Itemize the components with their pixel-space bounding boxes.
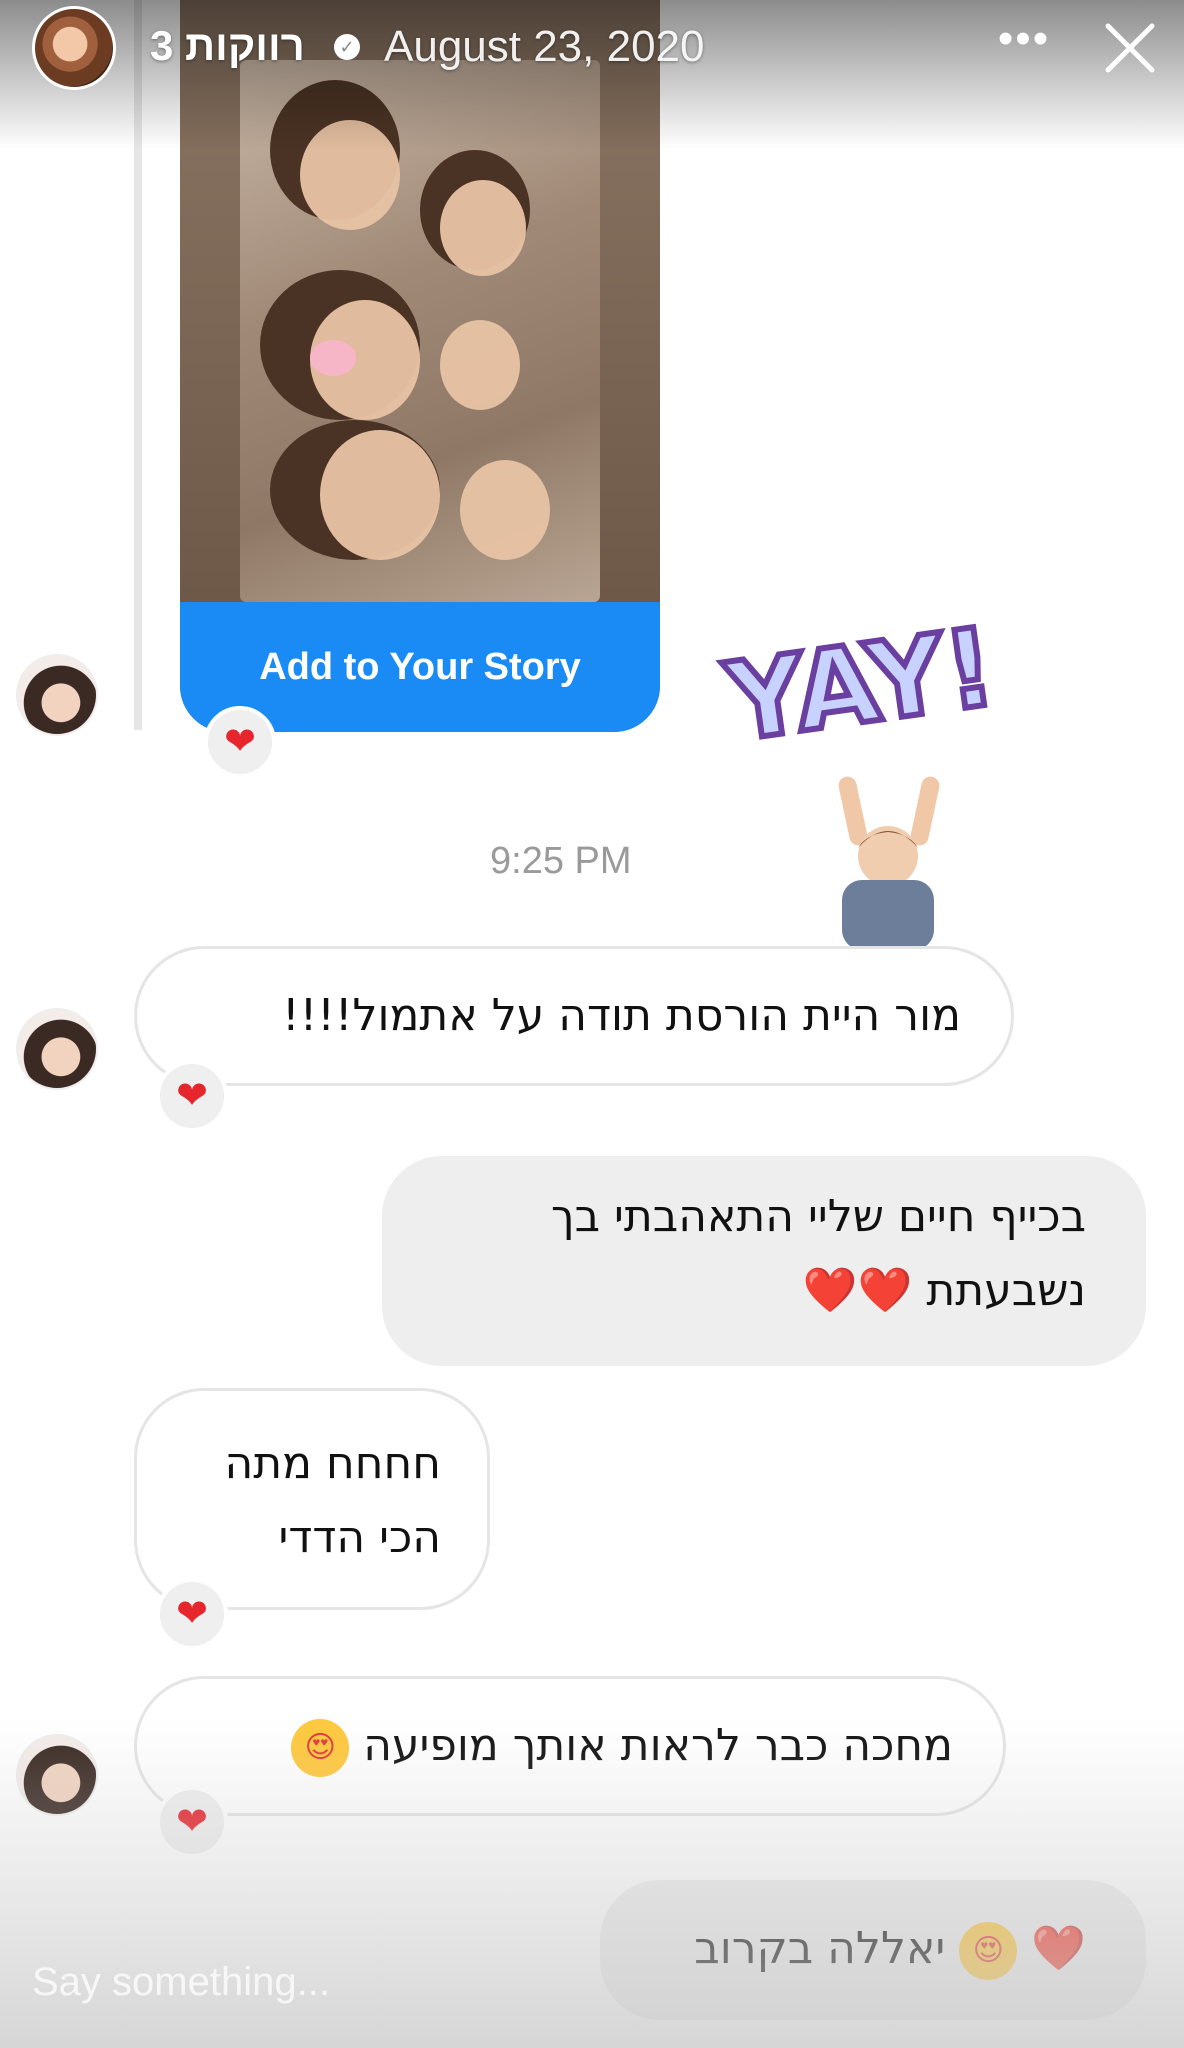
- message-bubble-outgoing[interactable]: ❤️ 😍 יאללה בקרוב: [600, 1880, 1146, 2020]
- message-text: יאללה בקרוב: [694, 1923, 946, 1974]
- reply-rail: [134, 0, 142, 730]
- pink-sticker: [310, 340, 356, 376]
- sender-avatar[interactable]: [16, 1008, 98, 1090]
- message-text-line2: הכי הדדי: [278, 1512, 441, 1563]
- message-reaction-heart[interactable]: ❤: [156, 1578, 228, 1650]
- reply-input[interactable]: Say something...: [32, 1960, 330, 2005]
- yay-sticker-text: YAY!: [717, 605, 1002, 766]
- message-bubble-incoming[interactable]: חחחח מתה הכי הדדי: [134, 1388, 490, 1610]
- message-text: מחכה כבר לראות אותך מופיעה: [363, 1720, 953, 1771]
- message-reaction-heart[interactable]: ❤: [156, 1060, 228, 1132]
- group-selfie-image: [240, 60, 600, 602]
- yay-sticker: YAY!: [712, 602, 1022, 774]
- close-icon[interactable]: [1100, 18, 1160, 78]
- shared-story-card[interactable]: Add to Your Story: [180, 0, 660, 732]
- story-reaction-heart[interactable]: ❤: [204, 706, 276, 778]
- heart-emoji: ❤️❤️: [802, 1265, 913, 1316]
- story-header: רווקות 3 ✓ August 23, 2020 •••: [0, 0, 1184, 100]
- message-text: מור היית הורסת תודה על אתמול!!!!: [281, 990, 961, 1041]
- story-date: August 23, 2020: [384, 22, 705, 71]
- message-text-line1: בכייף חיים שליי התאהבתי בך: [550, 1191, 1086, 1242]
- more-options-icon[interactable]: •••: [996, 14, 1052, 74]
- baby-sticker: [820, 776, 956, 950]
- sender-avatar[interactable]: [16, 654, 98, 736]
- message-text-line2: נשבעתת ❤️❤️: [802, 1265, 1086, 1316]
- heart-eyes-emoji: 😍: [959, 1922, 1018, 1980]
- timestamp: 9:25 PM: [490, 840, 632, 882]
- verified-badge-icon: ✓: [334, 34, 360, 60]
- message-bubble-outgoing[interactable]: בכייף חיים שליי התאהבתי בך נשבעתת ❤️❤️: [382, 1156, 1146, 1366]
- person-face: [440, 320, 520, 410]
- profile-avatar[interactable]: [32, 6, 116, 90]
- username[interactable]: רווקות 3: [150, 22, 305, 70]
- heart-eyes-emoji: 😍: [291, 1719, 350, 1777]
- person-face: [300, 120, 400, 230]
- message-reaction-heart[interactable]: ❤: [156, 1786, 228, 1858]
- heart-emoji: ❤️: [1031, 1923, 1086, 1974]
- message-bubble-incoming[interactable]: מור היית הורסת תודה על אתמול!!!!: [134, 946, 1014, 1086]
- person-face: [440, 180, 526, 276]
- sender-avatar[interactable]: [16, 1734, 98, 1816]
- person-face: [320, 430, 440, 560]
- message-bubble-incoming[interactable]: מחכה כבר לראות אותך מופיעה 😍: [134, 1676, 1006, 1816]
- message-text-line1: חחחח מתה: [224, 1438, 441, 1489]
- person-face: [460, 460, 550, 560]
